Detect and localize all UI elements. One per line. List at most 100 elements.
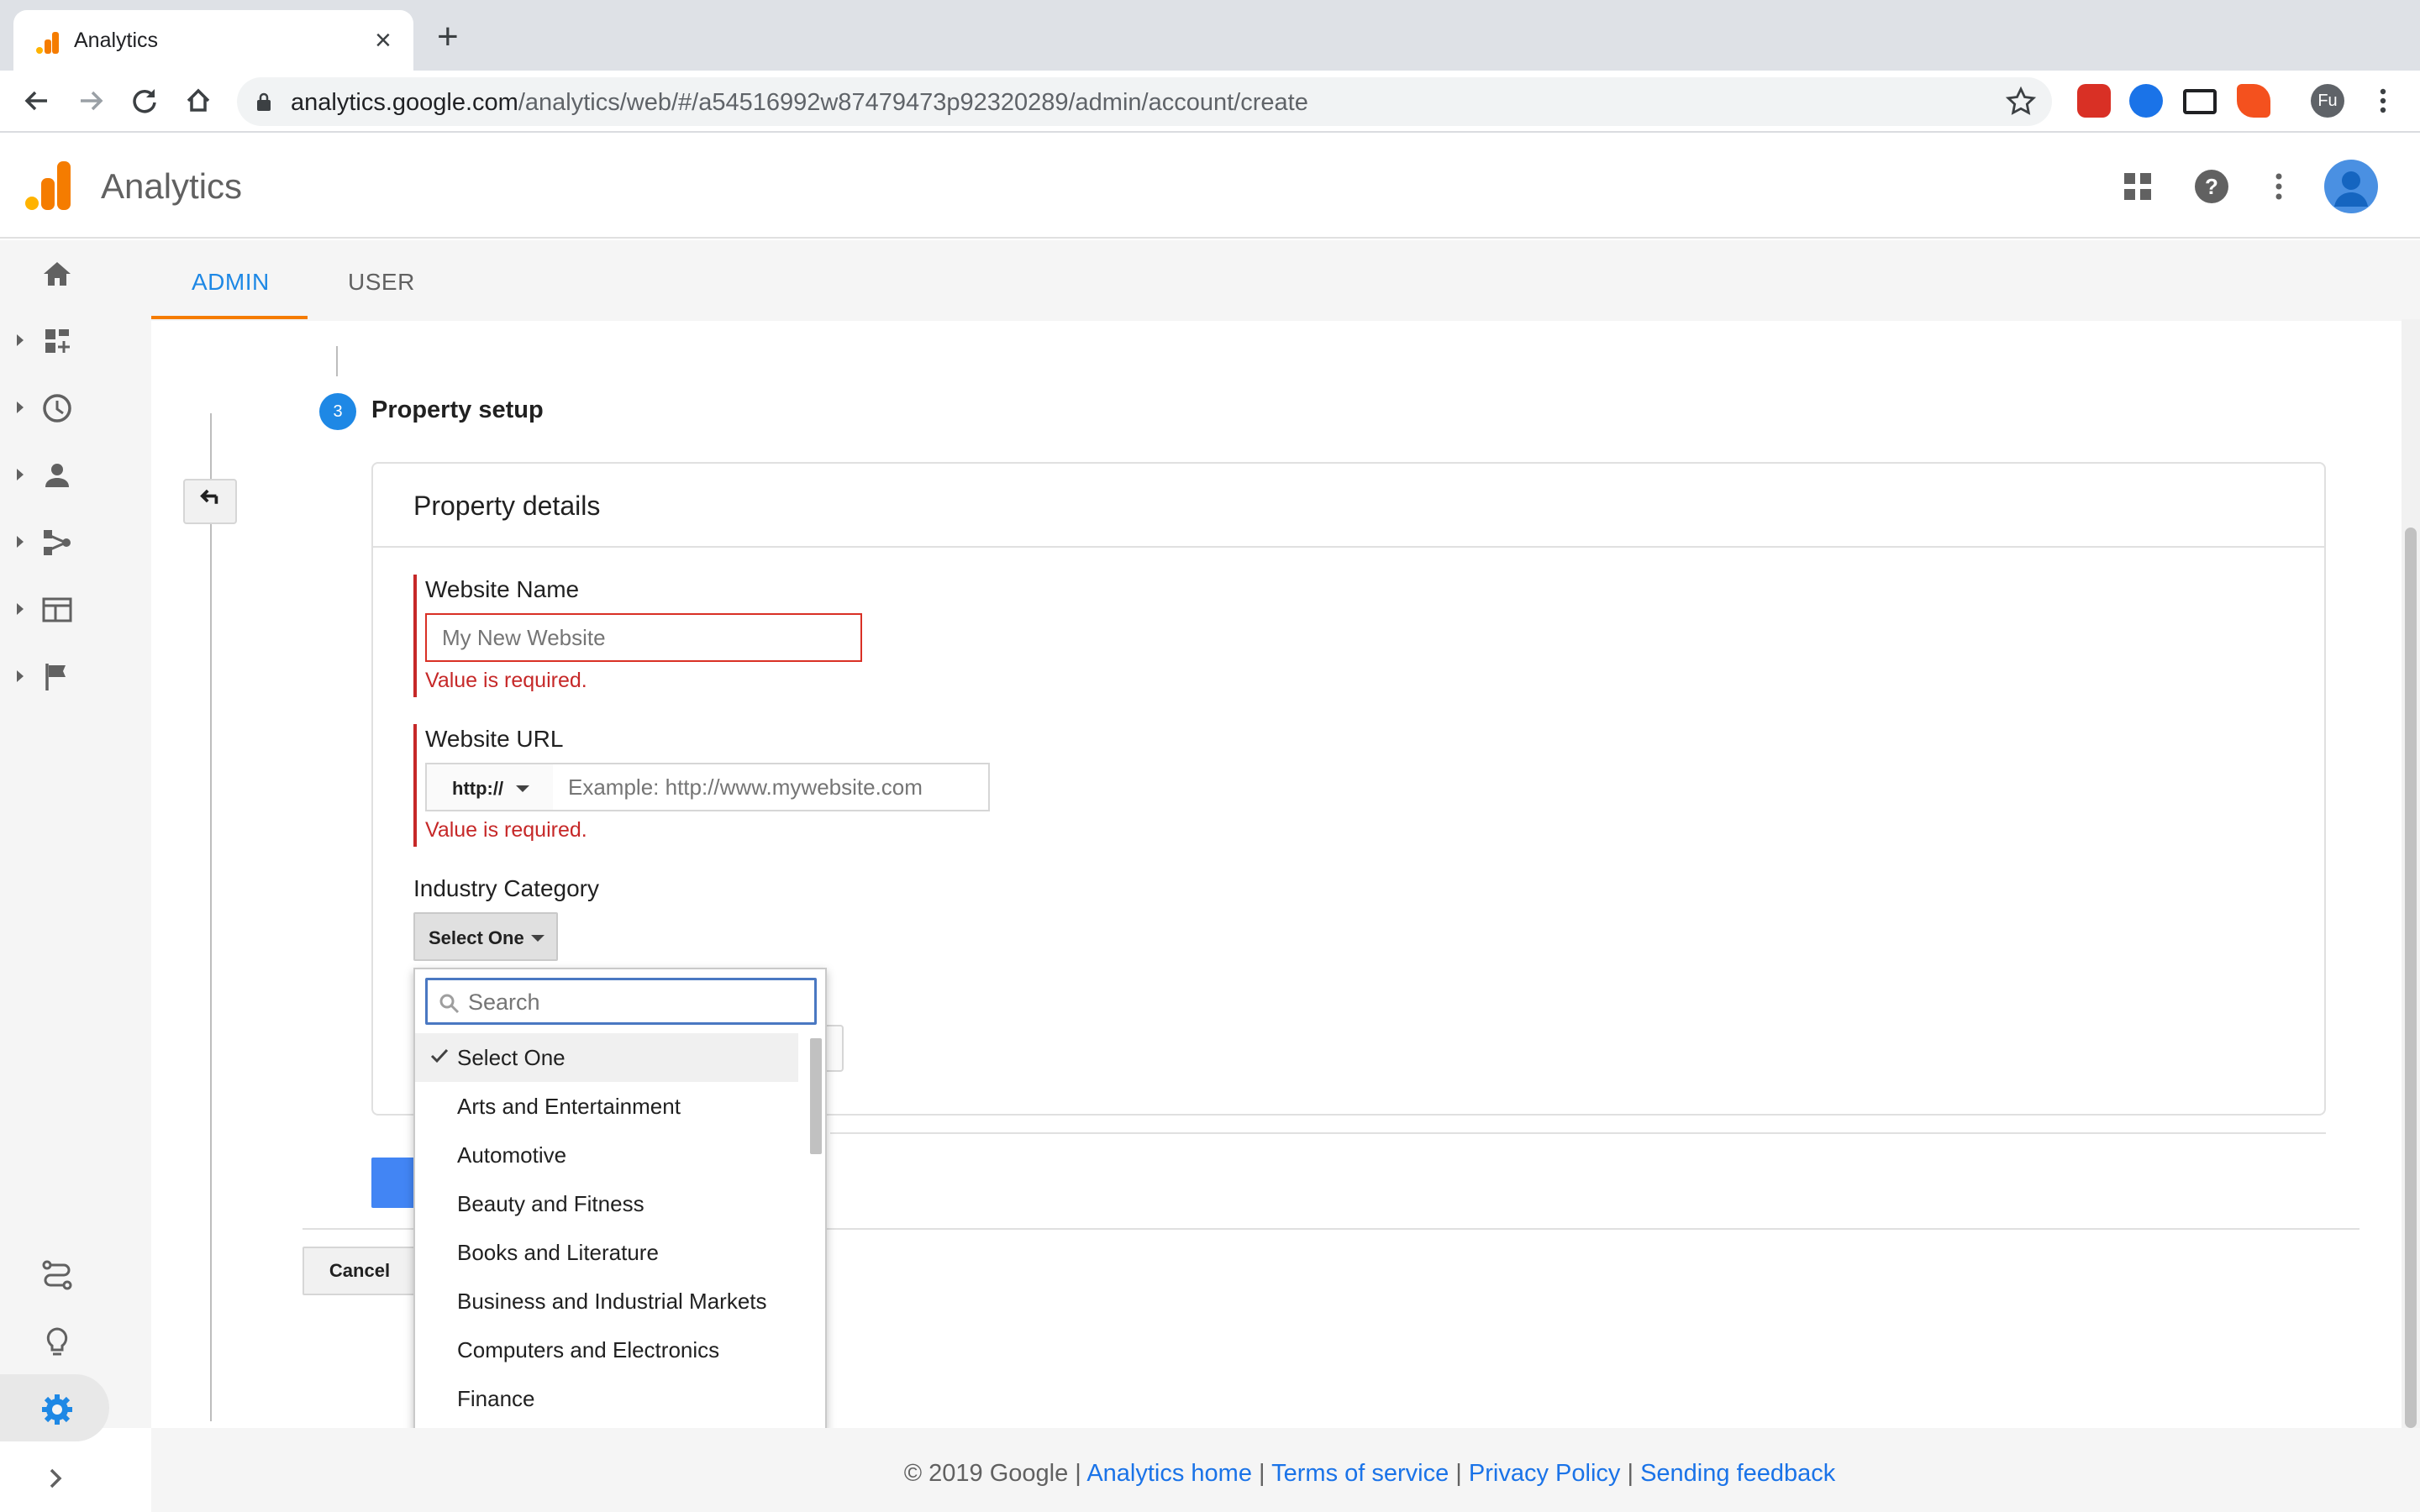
privacy-policy-link[interactable]: Privacy Policy	[1469, 1460, 1621, 1487]
more-vert-icon[interactable]	[2259, 166, 2299, 207]
copyright-text: © 2019 Google |	[903, 1460, 1081, 1487]
flag-icon[interactable]	[39, 659, 76, 696]
dropdown-search-box[interactable]	[425, 978, 817, 1025]
browser-menu-icon[interactable]	[2365, 82, 2402, 119]
caret-down-icon	[516, 785, 529, 792]
dropdown-option[interactable]: Finance	[415, 1374, 798, 1423]
profile-avatar[interactable]: Fu	[2311, 84, 2344, 118]
analytics-logo-icon[interactable]	[25, 161, 72, 210]
required-indicator	[413, 575, 417, 697]
option-label: Finance	[457, 1386, 535, 1411]
expand-caret-icon[interactable]	[17, 334, 24, 346]
option-label: Computers and Electronics	[457, 1337, 720, 1362]
svg-text:?: ?	[2205, 174, 2218, 199]
protocol-select[interactable]: http://	[425, 763, 555, 811]
industry-selected-value: Select One	[429, 927, 524, 948]
expand-caret-icon[interactable]	[17, 402, 24, 413]
adblock-extension-icon[interactable]	[2077, 84, 2111, 118]
tab-admin[interactable]: ADMIN	[192, 269, 270, 296]
person-avatar-icon	[2334, 171, 2368, 207]
active-tab-underline	[151, 316, 308, 319]
dropdown-options: Select One Arts and Entertainment Automo…	[415, 1033, 798, 1423]
reload-icon[interactable]	[126, 82, 163, 119]
footer-separator: |	[1455, 1460, 1462, 1487]
dropdown-scroll-thumb[interactable]	[810, 1038, 822, 1154]
gear-icon[interactable]	[39, 1391, 76, 1428]
dropdown-option[interactable]: Automotive	[415, 1131, 798, 1179]
footer-separator: |	[1627, 1460, 1634, 1487]
website-name-error: Value is required.	[425, 669, 587, 692]
lock-icon	[257, 92, 271, 111]
picture-in-picture-extension-icon[interactable]	[2183, 89, 2217, 114]
bookmark-star-icon[interactable]	[2005, 86, 2037, 118]
expand-caret-icon[interactable]	[17, 670, 24, 682]
step-connector	[210, 413, 212, 1421]
home-icon[interactable]	[39, 255, 76, 292]
protocol-value: http://	[452, 778, 504, 799]
caret-down-icon	[531, 935, 544, 942]
checkmark-icon	[430, 1048, 449, 1063]
website-url-input[interactable]	[553, 763, 990, 811]
close-tab-icon[interactable]: ×	[375, 22, 392, 59]
step-number-badge: 3	[319, 393, 356, 430]
page-scroll-thumb[interactable]	[2405, 528, 2417, 1428]
back-button[interactable]	[183, 479, 237, 524]
dropdown-option[interactable]: Beauty and Fitness	[415, 1179, 798, 1228]
app-title: Analytics	[101, 166, 243, 206]
website-url-error: Value is required.	[425, 818, 587, 842]
help-icon[interactable]: ?	[2191, 166, 2232, 207]
industry-category-select[interactable]: Select One	[413, 912, 558, 961]
cancel-button[interactable]: Cancel	[302, 1247, 417, 1295]
tab-user[interactable]: USER	[348, 269, 415, 296]
card-title: Property details	[413, 491, 601, 521]
search-icon	[439, 994, 460, 1014]
option-label: Select One	[457, 1045, 566, 1070]
person-icon[interactable]	[39, 457, 76, 494]
card-divider	[373, 546, 2324, 548]
footer-separator: |	[1259, 1460, 1265, 1487]
analytics-favicon-icon	[36, 32, 59, 54]
behavior-icon[interactable]	[39, 591, 76, 628]
browser-tab[interactable]: Analytics ×	[13, 10, 413, 71]
industry-category-label: Industry Category	[413, 875, 599, 901]
forward-arrow-icon[interactable]	[72, 82, 109, 119]
account-icon[interactable]	[2324, 160, 2378, 213]
expand-caret-icon[interactable]	[17, 603, 24, 615]
analytics-home-link[interactable]: Analytics home	[1086, 1460, 1252, 1487]
divider	[830, 1132, 2326, 1134]
home-page-icon[interactable]	[180, 82, 217, 119]
url-text: analytics.google.com/analytics/web/#/a54…	[291, 89, 1308, 116]
website-name-input[interactable]	[425, 613, 862, 662]
acquisition-icon[interactable]	[39, 524, 76, 561]
dashboard-icon[interactable]	[39, 323, 76, 360]
sending-feedback-link[interactable]: Sending feedback	[1640, 1460, 1835, 1487]
terms-of-service-link[interactable]: Terms of service	[1271, 1460, 1449, 1487]
expand-caret-icon[interactable]	[17, 536, 24, 548]
expand-caret-icon[interactable]	[17, 469, 24, 480]
apps-grid-icon[interactable]	[2118, 166, 2158, 207]
step-connector	[336, 346, 338, 376]
address-bar[interactable]: analytics.google.com/analytics/web/#/a54…	[237, 77, 2052, 126]
new-tab-icon[interactable]: +	[437, 18, 459, 55]
dropdown-option[interactable]: Arts and Entertainment	[415, 1082, 798, 1131]
clock-icon[interactable]	[39, 390, 76, 427]
option-label: Books and Literature	[457, 1240, 659, 1265]
route-icon[interactable]	[39, 1257, 76, 1294]
step-title: Property setup	[371, 396, 544, 423]
footer: © 2019 Google | Analytics home | Terms o…	[151, 1428, 2420, 1512]
lightbulb-icon[interactable]	[39, 1324, 76, 1361]
chevron-right-icon[interactable]	[42, 1465, 69, 1492]
grammarly-extension-icon[interactable]	[2129, 84, 2163, 118]
option-label: Business and Industrial Markets	[457, 1289, 767, 1314]
dropdown-option[interactable]: Computers and Electronics	[415, 1326, 798, 1374]
required-indicator	[413, 724, 417, 847]
browser-tab-title: Analytics	[74, 29, 159, 52]
dropdown-option[interactable]: Select One	[415, 1033, 798, 1082]
dropdown-search-input[interactable]	[468, 985, 804, 1019]
back-arrow-icon[interactable]	[18, 82, 55, 119]
dropdown-option[interactable]: Business and Industrial Markets	[415, 1277, 798, 1326]
fox-extension-icon[interactable]	[2237, 84, 2270, 118]
left-nav	[0, 240, 151, 1428]
option-label: Arts and Entertainment	[457, 1094, 681, 1119]
dropdown-option[interactable]: Books and Literature	[415, 1228, 798, 1277]
